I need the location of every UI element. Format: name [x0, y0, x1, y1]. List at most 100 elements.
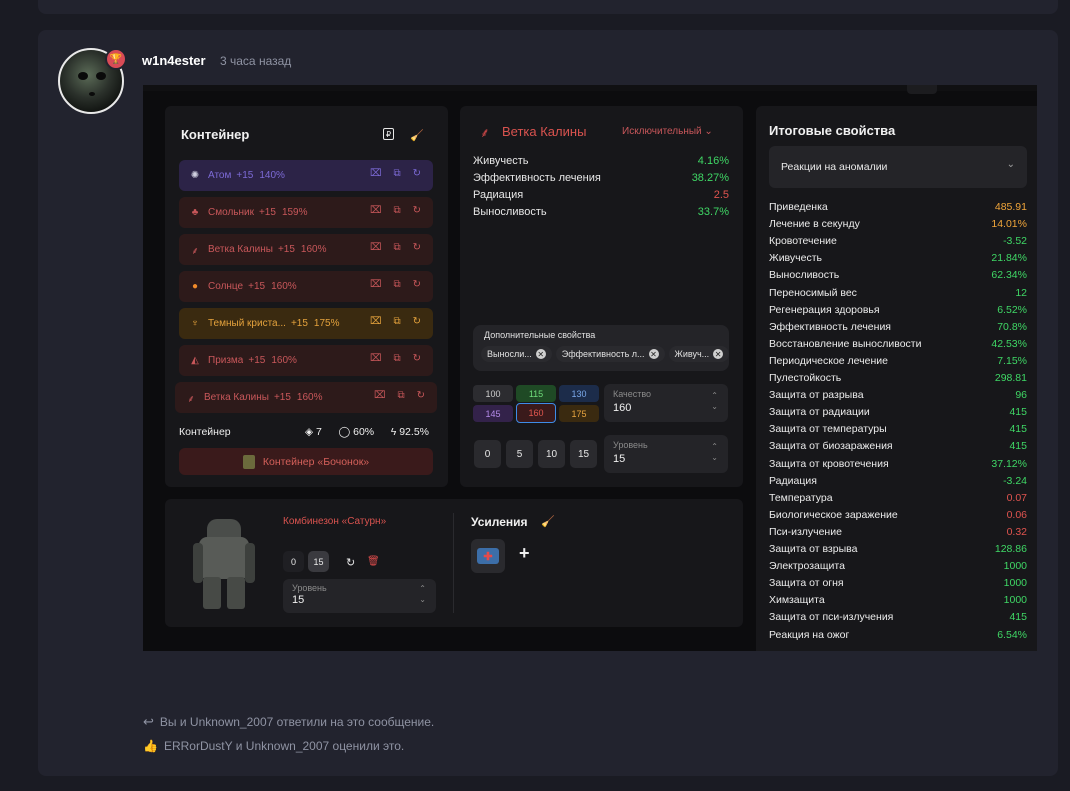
property-chip[interactable]: Живуч... ✕ — [668, 346, 730, 362]
delete-icon[interactable]: ⌧ — [370, 205, 382, 216]
copy-icon[interactable]: ⧉ — [393, 353, 400, 364]
swap-icon[interactable]: ↻ — [417, 390, 425, 401]
armor-level-button[interactable]: 15 — [308, 551, 329, 572]
total-value: 6.54% — [997, 628, 1027, 641]
delete-icon[interactable]: ⌧ — [370, 168, 382, 179]
likes-notice[interactable]: 👍 ERRorDustY и Unknown_2007 оценили это. — [143, 739, 404, 753]
artifact-level: +15 — [248, 281, 266, 292]
swap-icon[interactable]: ↻ — [413, 168, 421, 179]
remove-chip-icon[interactable]: ✕ — [648, 349, 659, 359]
artifact-row[interactable]: ✺ Атом +15 140% ⌧ ⧉ ↻ — [179, 160, 433, 191]
artifact-row[interactable]: ● Солнце +15 160% ⌧ ⧉ ↻ — [179, 271, 433, 302]
total-row: Защита от пси-излучения 415 — [769, 611, 1027, 623]
copy-icon[interactable]: ⧉ — [393, 279, 400, 290]
reply-notice[interactable]: ↩ Вы и Unknown_2007 ответили на это сооб… — [143, 714, 434, 730]
delete-icon[interactable]: ⌧ — [370, 316, 382, 327]
copy-icon[interactable]: ⧉ — [393, 168, 400, 179]
total-label: Температура — [769, 491, 833, 504]
property-chip[interactable]: Эффективность л... ✕ — [555, 346, 665, 362]
total-row: Защита от радиации 415 — [769, 406, 1027, 418]
swap-icon[interactable]: ↻ — [413, 353, 421, 364]
toolbar-button — [907, 85, 937, 94]
delete-icon[interactable]: ⌧ — [374, 390, 386, 401]
level-button[interactable]: 0 — [474, 440, 501, 468]
armor-image — [193, 519, 255, 609]
clear-icon[interactable]: 🧹 — [410, 128, 424, 142]
level-button[interactable]: 10 — [538, 440, 565, 468]
cropped-toolbar — [143, 85, 1037, 91]
quality-option[interactable]: 100 — [473, 385, 513, 402]
total-row: Защита от разрыва 96 — [769, 389, 1027, 401]
total-label: Восстановление выносливости — [769, 337, 922, 350]
artifact-name: Ветка Калины — [208, 244, 273, 255]
total-row: Защита от взрыва 128.86 — [769, 543, 1027, 555]
artifact-row[interactable]: ⸙ Ветка Калины +15 160% ⌧ ⧉ ↻ — [175, 382, 437, 413]
delete-icon[interactable]: ⌧ — [370, 279, 382, 290]
armor-panel: Комбинезон «Сатурн» 0 15 ↻ 🗑 Уровень 15 ⌃… — [165, 499, 743, 627]
stat-label: Живучесть — [473, 155, 529, 167]
level-button[interactable]: 5 — [506, 440, 533, 468]
swap-icon[interactable]: ↻ — [413, 205, 421, 216]
total-value: 485.91 — [994, 201, 1027, 213]
artifact-detail-panel: ⸙ Ветка Калины Исключительный ⌄ Живучест… — [460, 106, 743, 487]
container-select-button[interactable]: Контейнер «Бочонок» — [179, 448, 433, 475]
swap-icon[interactable]: ↻ — [413, 242, 421, 253]
quality-option[interactable]: 160 — [516, 403, 556, 423]
total-value: 70.8% — [997, 320, 1027, 333]
total-label: Химзащита — [769, 594, 825, 607]
total-label: Защита от радиации — [769, 406, 870, 419]
copy-icon[interactable]: ⧉ — [393, 316, 400, 327]
refresh-icon[interactable]: ↻ — [346, 556, 355, 569]
chevron-down-icon: ⌄ — [704, 126, 713, 137]
total-row: Реакция на ожог 6.54% — [769, 629, 1027, 641]
post-time[interactable]: 3 часа назад — [220, 54, 291, 68]
crystal-icon: ♆ — [191, 318, 199, 329]
total-value: 128.86 — [994, 543, 1027, 555]
artifact-row[interactable]: ◭ Призма +15 160% ⌧ ⧉ ↻ — [179, 345, 433, 376]
artifact-row[interactable]: ♆ Темный криста... +15 175% ⌧ ⧉ ↻ — [179, 308, 433, 339]
total-label: Защита от биозаражения — [769, 440, 893, 453]
delete-icon[interactable]: ⌧ — [370, 242, 382, 253]
total-label: Приведенка — [769, 201, 828, 213]
property-chip[interactable]: Выносли... ✕ — [481, 346, 552, 362]
boost-medkit-slot[interactable]: ✚ — [471, 539, 505, 573]
swap-icon[interactable]: ↻ — [413, 316, 421, 327]
swap-icon[interactable]: ↻ — [413, 279, 421, 290]
copy-icon[interactable]: ⧉ — [393, 205, 400, 216]
artifact-row[interactable]: ♣ Смольник +15 159% ⌧ ⧉ ↻ — [179, 197, 433, 228]
copy-icon[interactable]: ⧉ — [393, 242, 400, 253]
total-value: 415 — [1009, 440, 1027, 453]
remove-chip-icon[interactable]: ✕ — [713, 349, 724, 359]
copy-icon[interactable]: ⧉ — [397, 390, 404, 401]
username[interactable]: w1n4ester — [142, 53, 206, 68]
total-row: Температура 0.07 — [769, 492, 1027, 504]
total-row: Восстановление выносливости 42.53% — [769, 338, 1027, 350]
shield-icon: ◯ — [338, 426, 351, 438]
add-boost-button[interactable]: + — [519, 543, 530, 564]
artifact-row[interactable]: ⸙ Ветка Калины +15 160% ⌧ ⧉ ↻ — [179, 234, 433, 265]
trash-icon[interactable]: 🗑 — [367, 556, 380, 567]
quality-option[interactable]: 115 — [516, 385, 556, 402]
barrel-icon — [242, 454, 255, 469]
armor-level-select[interactable]: Уровень 15 ⌃ ⌄ — [283, 579, 436, 613]
remove-chip-icon[interactable]: ✕ — [535, 349, 546, 359]
quality-select[interactable]: Качество 160 ⌃ ⌄ — [604, 384, 728, 422]
reply-icon: ↩ — [143, 714, 154, 729]
quality-option[interactable]: 130 — [559, 385, 599, 402]
total-row: Биологическое заражение 0.06 — [769, 509, 1027, 521]
armor-level-button[interactable]: 0 — [283, 551, 304, 572]
anomaly-dropdown[interactable]: Реакции на аномалии ⌄ — [769, 146, 1027, 188]
currency-icon[interactable]: ₽ — [383, 128, 394, 140]
level-select[interactable]: Уровень 15 ⌃ ⌄ — [604, 435, 728, 473]
quality-option[interactable]: 175 — [559, 405, 599, 422]
artifact-name: Смольник — [208, 207, 254, 218]
quality-option[interactable]: 145 — [473, 405, 513, 422]
quality-label: Качество — [613, 389, 652, 399]
clear-icon[interactable]: 🧹 — [541, 515, 555, 528]
delete-icon[interactable]: ⌧ — [370, 353, 382, 364]
artifact-rarity[interactable]: Исключительный ⌄ — [622, 126, 713, 137]
level-button[interactable]: 15 — [570, 440, 597, 468]
chip-label: Живуч... — [674, 349, 710, 359]
artifact-name: Ветка Калины — [502, 124, 587, 139]
total-value: 0.32 — [1006, 525, 1027, 538]
